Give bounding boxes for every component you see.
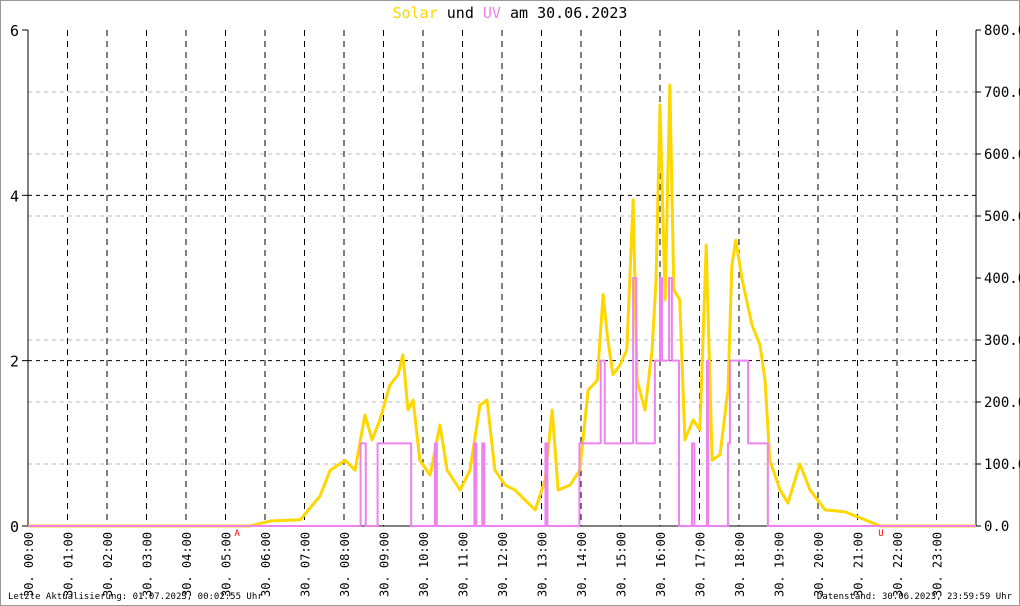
right-tick-label: 100.0 — [984, 457, 1020, 473]
chart: 0.0 100.0 200.0 300.0 400.0 500.0 600.0 700.0 80… — [10, 22, 1020, 597]
left-tick-label: 0 — [10, 518, 19, 536]
x-tick-label: 30. 17:00 — [694, 532, 708, 597]
x-tick-label: 30. 07:00 — [299, 532, 313, 597]
x-tick-label: 30. 08:00 — [338, 532, 352, 597]
x-tick-label: 30. 00:00 — [22, 532, 36, 597]
x-tick-label: 30. 01:00 — [62, 532, 76, 597]
x-tick-label: 30. 21:00 — [852, 532, 866, 597]
marker-u: U — [878, 529, 883, 539]
x-tick-label: 30. 09:00 — [378, 532, 392, 597]
last-update: Letzte Aktualisierung: 01.07.2023, 00:02… — [8, 592, 263, 602]
right-tick-label: 800.0 — [984, 23, 1020, 39]
x-tick-label: 30. 10:00 — [417, 532, 431, 597]
x-tick-label: 30. 15:00 — [615, 532, 629, 597]
right-tick-label: 500.0 — [984, 209, 1020, 225]
x-tick-label: 30. 04:00 — [180, 532, 194, 597]
x-tick-label: 30. 19:00 — [773, 532, 787, 597]
left-tick-label: 6 — [10, 22, 19, 40]
x-tick-label: 30. 12:00 — [496, 532, 510, 597]
right-tick-label: 0.0 — [984, 519, 1009, 535]
right-tick-label: 200.0 — [984, 395, 1020, 411]
right-tick-label: 300.0 — [984, 333, 1020, 349]
left-tick-label: 2 — [10, 353, 19, 371]
right-tick-label: 400.0 — [984, 271, 1020, 287]
marker-a: A — [234, 529, 240, 539]
x-tick-label: 30. 20:00 — [812, 532, 826, 597]
x-tick-label: 30. 22:00 — [891, 532, 905, 597]
left-tick-label: 4 — [10, 187, 19, 205]
right-tick-label: 600.0 — [984, 147, 1020, 163]
x-tick-label: 30. 18:00 — [733, 532, 747, 597]
x-tick-label: 30. 16:00 — [654, 532, 668, 597]
x-tick-label: 30. 03:00 — [141, 532, 155, 597]
x-tick-label: 30. 11:00 — [457, 532, 471, 597]
x-tick-label: 30. 23:00 — [931, 532, 945, 597]
x-tick-label: 30. 14:00 — [575, 532, 589, 597]
x-tick-label: 30. 13:00 — [536, 532, 550, 597]
right-tick-label: 700.0 — [984, 85, 1020, 101]
x-tick-label: 30. 06:00 — [259, 532, 273, 597]
x-tick-label: 30. 05:00 — [220, 532, 234, 597]
data-status: Datenstand: 30.06.2023, 23:59:59 Uhr — [816, 592, 1012, 602]
x-tick-label: 30. 02:00 — [101, 532, 115, 597]
